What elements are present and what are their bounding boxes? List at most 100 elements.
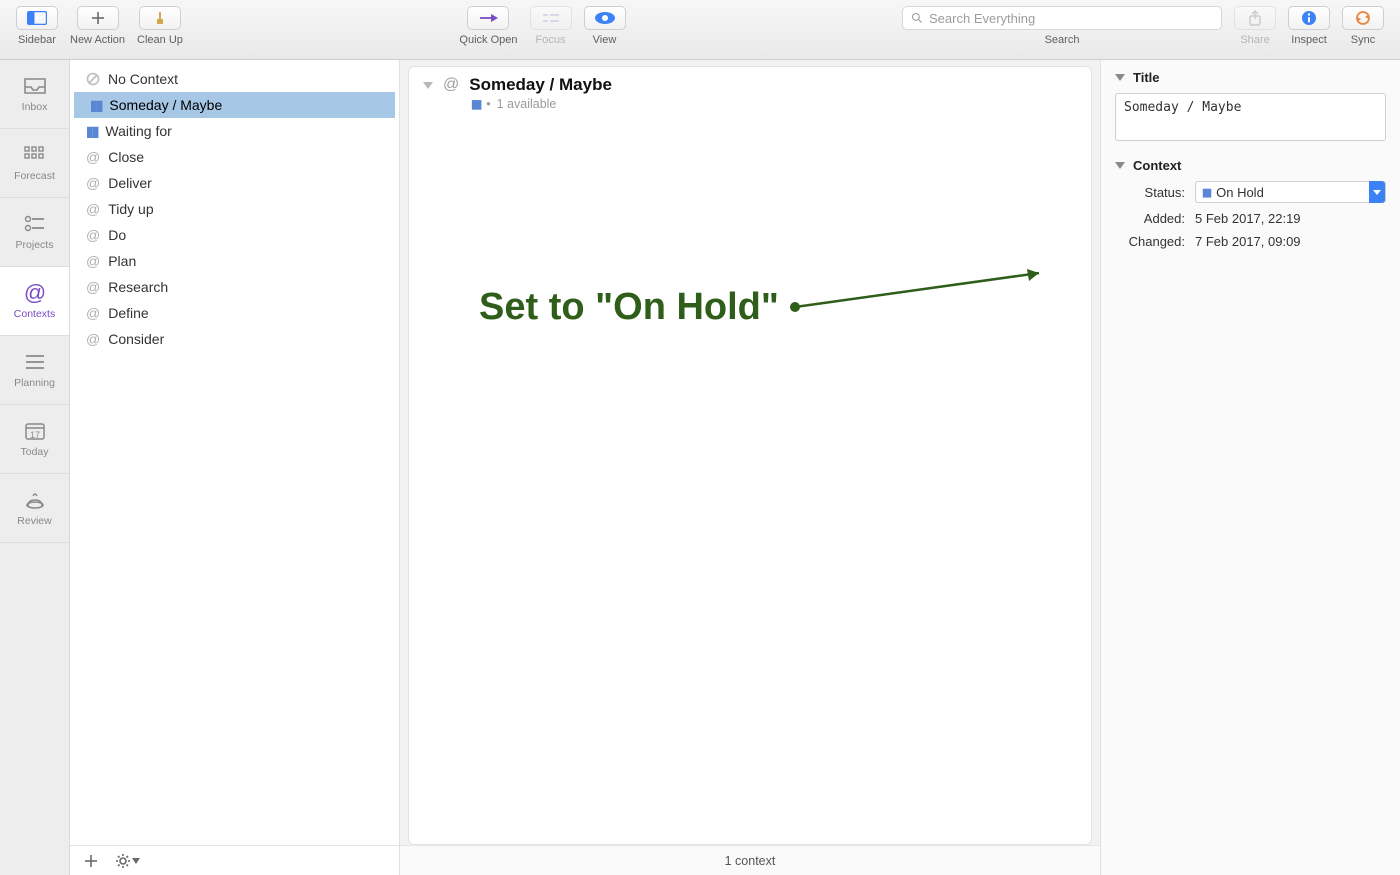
at-icon: @ bbox=[86, 331, 100, 347]
context-row-label: Define bbox=[108, 305, 148, 321]
sync-button[interactable] bbox=[1342, 6, 1384, 30]
view-button[interactable] bbox=[584, 6, 626, 30]
toolbar-new-action[interactable]: New Action bbox=[70, 6, 125, 46]
toolbar-view[interactable]: View bbox=[584, 6, 626, 46]
inspector-context-section: Context Status: ▮▮ On Hold Added: 5 Feb … bbox=[1115, 158, 1386, 249]
toolbar-label: Search bbox=[1045, 34, 1080, 46]
toolbar-label: View bbox=[593, 34, 617, 46]
context-row[interactable]: @Close bbox=[70, 144, 399, 170]
perspective-projects[interactable]: Projects bbox=[0, 198, 69, 267]
sidebar-button[interactable] bbox=[16, 6, 58, 30]
detail-subtitle: ▮▮ • 1 available bbox=[471, 97, 1077, 111]
at-icon: @ bbox=[443, 76, 459, 94]
toolbar-quick-open[interactable]: Quick Open bbox=[459, 6, 517, 46]
title-input[interactable] bbox=[1115, 93, 1386, 141]
at-icon: @ bbox=[86, 279, 100, 295]
inspect-button[interactable] bbox=[1288, 6, 1330, 30]
today-icon: 17 bbox=[22, 420, 48, 442]
add-context-button[interactable] bbox=[84, 854, 98, 868]
annotation-overlay: Set to "On Hold" bbox=[459, 267, 1091, 347]
inbox-icon bbox=[22, 75, 48, 97]
context-row[interactable]: @Tidy up bbox=[70, 196, 399, 222]
toolbar-sidebar[interactable]: Sidebar bbox=[16, 6, 58, 46]
context-row[interactable]: @Plan bbox=[70, 248, 399, 274]
disclosure-triangle-icon[interactable] bbox=[1115, 162, 1125, 169]
changed-value: 7 Feb 2017, 09:09 bbox=[1195, 234, 1386, 249]
toolbar: Sidebar New Action Clean Up bbox=[0, 0, 1400, 60]
main: Inbox Forecast Projects @ bbox=[0, 60, 1400, 875]
clean-up-button[interactable] bbox=[139, 6, 181, 30]
toolbar-inspect[interactable]: Inspect bbox=[1288, 6, 1330, 46]
sync-icon bbox=[1354, 10, 1372, 26]
status-bar-text: 1 context bbox=[725, 854, 776, 868]
context-list-panel: No Context▮▮Someday / Maybe▮▮Waiting for… bbox=[70, 60, 400, 875]
context-row-label: Consider bbox=[108, 331, 164, 347]
info-icon bbox=[1301, 10, 1317, 26]
perspective-planning[interactable]: Planning bbox=[0, 336, 69, 405]
context-row-label: Research bbox=[108, 279, 168, 295]
disclosure-triangle-icon[interactable] bbox=[423, 82, 433, 89]
disclosure-triangle-icon[interactable] bbox=[1115, 74, 1125, 81]
status-select[interactable]: ▮▮ On Hold bbox=[1195, 181, 1386, 203]
context-row-label: Tidy up bbox=[108, 201, 153, 217]
perspective-review[interactable]: Review bbox=[0, 474, 69, 543]
context-row[interactable]: @ Define bbox=[70, 300, 399, 326]
status-bar: 1 context bbox=[400, 845, 1100, 875]
gear-icon bbox=[116, 854, 130, 868]
perspective-contexts[interactable]: @ Contexts bbox=[0, 267, 69, 336]
context-row[interactable]: @ Research bbox=[70, 274, 399, 300]
new-action-button[interactable] bbox=[77, 6, 119, 30]
perspective-sidebar: Inbox Forecast Projects @ bbox=[0, 60, 70, 875]
context-row-label: Plan bbox=[108, 253, 136, 269]
perspective-label: Contexts bbox=[14, 308, 55, 320]
svg-text:17: 17 bbox=[29, 430, 39, 440]
toolbar-label: Focus bbox=[536, 34, 566, 46]
perspective-today[interactable]: 17 Today bbox=[0, 405, 69, 474]
detail-header: @ Someday / Maybe ▮▮ • 1 available bbox=[409, 67, 1091, 117]
context-row[interactable]: No Context bbox=[70, 66, 399, 92]
added-label: Added: bbox=[1115, 211, 1185, 226]
toolbar-label: New Action bbox=[70, 34, 125, 46]
plus-icon bbox=[84, 854, 98, 868]
settings-menu-button[interactable] bbox=[116, 854, 140, 868]
context-row[interactable]: ▮▮Someday / Maybe bbox=[74, 92, 395, 118]
perspective-forecast[interactable]: Forecast bbox=[0, 129, 69, 198]
context-row[interactable]: @ Consider bbox=[70, 326, 399, 352]
annotation-text: Set to "On Hold" bbox=[479, 286, 779, 329]
toolbar-label: Inspect bbox=[1291, 34, 1326, 46]
perspective-label: Projects bbox=[16, 239, 54, 251]
on-hold-icon: ▮▮ bbox=[90, 97, 101, 114]
toolbar-clean-up[interactable]: Clean Up bbox=[137, 6, 183, 46]
no-context-icon bbox=[86, 72, 100, 86]
focus-icon bbox=[542, 12, 560, 24]
eye-icon bbox=[594, 11, 616, 25]
on-hold-icon: ▮▮ bbox=[471, 97, 480, 111]
toolbar-share: Share bbox=[1234, 6, 1276, 46]
changed-label: Changed: bbox=[1115, 234, 1185, 249]
quick-open-icon bbox=[478, 12, 498, 24]
context-row[interactable]: @Deliver bbox=[70, 170, 399, 196]
quick-open-button[interactable] bbox=[467, 6, 509, 30]
search-input[interactable]: Search Everything bbox=[902, 6, 1222, 30]
context-row[interactable]: @Do bbox=[70, 222, 399, 248]
toolbar-search[interactable]: Search Everything Search bbox=[902, 6, 1222, 46]
at-icon: @ bbox=[86, 149, 100, 165]
context-row-label: Deliver bbox=[108, 175, 152, 191]
status-label: Status: bbox=[1115, 185, 1185, 200]
at-icon: @ bbox=[86, 305, 100, 321]
context-row-label: Waiting for bbox=[105, 123, 171, 139]
context-row[interactable]: ▮▮Waiting for bbox=[70, 118, 399, 144]
detail-available-count: 1 available bbox=[497, 97, 557, 111]
toolbar-sync[interactable]: Sync bbox=[1342, 6, 1384, 46]
perspective-inbox[interactable]: Inbox bbox=[0, 60, 69, 129]
at-icon: @ bbox=[86, 227, 100, 243]
search-icon bbox=[911, 12, 923, 24]
detail-card: @ Someday / Maybe ▮▮ • 1 available Set t… bbox=[408, 66, 1092, 845]
toolbar-label: Share bbox=[1240, 34, 1269, 46]
review-icon bbox=[22, 489, 48, 511]
context-list: No Context▮▮Someday / Maybe▮▮Waiting for… bbox=[70, 60, 399, 845]
chevron-down-icon bbox=[132, 858, 140, 864]
share-button bbox=[1234, 6, 1276, 30]
toolbar-label: Quick Open bbox=[459, 34, 517, 46]
toolbar-label: Sidebar bbox=[18, 34, 56, 46]
